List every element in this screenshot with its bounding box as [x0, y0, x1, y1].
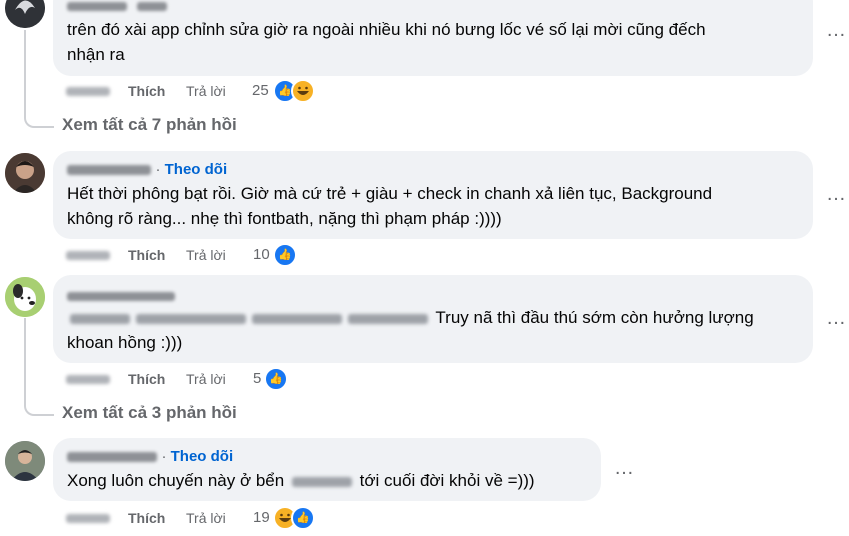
- reply-button[interactable]: Trả lời: [186, 369, 226, 389]
- reaction-count[interactable]: 25: [252, 81, 269, 101]
- comment-bubble: Truy nã thì đầu thú sớm còn hưởng lượng …: [53, 275, 813, 363]
- thread-connector: [24, 108, 54, 128]
- follow-link[interactable]: Theo dõi: [171, 448, 234, 465]
- more-options-icon[interactable]: …: [614, 458, 635, 478]
- commenter-name[interactable]: [67, 451, 157, 462]
- thread-line: [24, 318, 26, 400]
- more-options-icon[interactable]: …: [826, 308, 847, 328]
- like-icon: 👍: [273, 243, 297, 267]
- commenter-name[interactable]: [67, 164, 151, 175]
- like-button[interactable]: Thích: [128, 81, 165, 101]
- thread-connector: [24, 396, 54, 416]
- comment-actions: Thích Trả lời 5 👍: [66, 367, 326, 391]
- commenter-name-row: · Theo dõi: [67, 448, 233, 466]
- comment-text: Xong luôn chuyến này ở bển tới cuối đời …: [67, 471, 535, 490]
- like-icon: 👍: [291, 506, 315, 530]
- thread-line: [24, 30, 26, 112]
- comment-text: Hết thời phông bạt rồi. Giờ mà cứ trẻ + …: [67, 184, 713, 228]
- avatar[interactable]: [5, 277, 45, 317]
- follow-link[interactable]: Theo dõi: [165, 161, 228, 178]
- reaction-count[interactable]: 19: [253, 508, 270, 528]
- comment-actions: Thích Trả lời 25 👍: [66, 79, 326, 103]
- like-button[interactable]: Thích: [128, 245, 165, 265]
- reply-button[interactable]: Trả lời: [186, 81, 226, 101]
- comment-bubble: · Theo dõi Xong luôn chuyến này ở bển tớ…: [53, 438, 601, 501]
- reaction-count[interactable]: 10: [253, 245, 270, 265]
- avatar[interactable]: [5, 0, 45, 28]
- reply-button[interactable]: Trả lời: [186, 245, 226, 265]
- like-button[interactable]: Thích: [128, 369, 165, 389]
- avatar[interactable]: [5, 441, 45, 481]
- like-button[interactable]: Thích: [128, 508, 165, 528]
- avatar[interactable]: [5, 153, 45, 193]
- view-all-replies-link[interactable]: Xem tất cả 7 phản hồi: [62, 115, 237, 135]
- reply-button[interactable]: Trả lời: [186, 508, 226, 528]
- commenter-name-row: · Theo dõi: [67, 161, 227, 179]
- haha-icon: [291, 79, 315, 103]
- more-options-icon[interactable]: …: [826, 20, 847, 40]
- comment-text: Truy nã thì đầu thú sớm còn hưởng lượng …: [67, 308, 754, 352]
- comment-actions: Thích Trả lời 10 👍: [66, 243, 326, 267]
- comment-bubble: · Theo dõi Hết thời phông bạt rồi. Giờ m…: [53, 151, 813, 239]
- comment-actions: Thích Trả lời 19 👍: [66, 506, 326, 530]
- like-icon: 👍: [264, 367, 288, 391]
- comment-text: trên đó xài app chỉnh sửa giờ ra ngoài n…: [67, 20, 706, 64]
- commenter-name[interactable]: [67, 0, 168, 16]
- comment-bubble: trên đó xài app chỉnh sửa giờ ra ngoài n…: [53, 0, 813, 76]
- more-options-icon[interactable]: …: [826, 184, 847, 204]
- reaction-count[interactable]: 5: [253, 369, 261, 389]
- commenter-name[interactable]: [67, 288, 175, 306]
- view-all-replies-link[interactable]: Xem tất cả 3 phản hồi: [62, 403, 237, 423]
